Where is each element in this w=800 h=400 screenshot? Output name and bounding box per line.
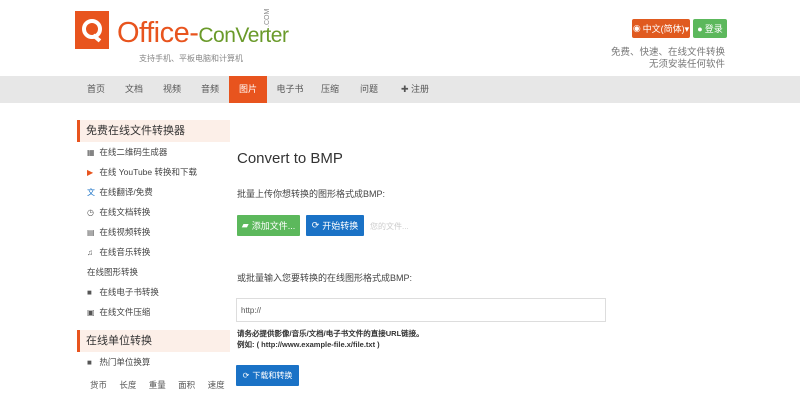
nav-compress[interactable]: 压缩 (312, 76, 348, 103)
sidebar-item-ebooks[interactable]: ■ 在线电子书转换 (87, 285, 159, 299)
qrcode-icon: ▦ (87, 148, 95, 157)
sidebar-item-compress[interactable]: ▣ 在线文件压缩 (87, 305, 150, 319)
bookmark-icon: ■ (87, 358, 92, 367)
start-convert-button[interactable]: ⟳ 开始转换 (306, 215, 364, 236)
refresh-icon: ⟳ (242, 371, 250, 380)
youtube-icon: ▶ (87, 168, 94, 177)
sidebar-item-video[interactable]: ▤ 在线视频转换 (87, 225, 150, 239)
nav-images[interactable]: 图片 (229, 76, 267, 103)
archive-icon: ▣ (87, 308, 95, 317)
sidebar-item-youtube[interactable]: ▶ 在线 YouTube 转换和下载 (87, 165, 197, 179)
sidebar-item-qrcode[interactable]: ▦ 在线二维码生成器 (87, 145, 167, 159)
tagline-line2: 无须安装任何软件 (648, 59, 725, 70)
nav-audio[interactable]: 音频 (192, 76, 228, 103)
nav-home[interactable]: 首页 (78, 76, 114, 103)
sidebar-section-units: 在线单位转换 (77, 330, 230, 352)
refresh-icon: ⟳ (311, 220, 320, 230)
page-title: Convert to BMP (237, 150, 343, 167)
upload-description: 批量上传你想转换的图形格式成BMP: (237, 189, 386, 199)
sidebar-item-popular-units[interactable]: ■ 热门单位换算 (87, 355, 150, 369)
unit-speed[interactable]: 速度 (208, 380, 225, 390)
language-button[interactable]: ◉ 中文(简体)▾ (632, 19, 690, 38)
sidebar-item-music[interactable]: ♫ 在线音乐转换 (87, 245, 150, 259)
unit-currency[interactable]: 货币 (90, 380, 107, 390)
url-hint: 请务必提供影像/音乐/文档/电子书文件的直接URL链接。 (237, 329, 424, 338)
film-icon: ▤ (87, 228, 95, 237)
login-button[interactable]: ● 登录 (693, 19, 727, 38)
file-status: 您的文件... (370, 222, 409, 231)
sidebar-section-converters: 免费在线文件转换器 (77, 120, 230, 142)
unit-weight[interactable]: 重量 (149, 380, 166, 390)
translate-icon: 文 (87, 188, 95, 197)
nav-faq[interactable]: 问题 (350, 76, 388, 103)
add-files-button[interactable]: ▰ 添加文件... (237, 215, 300, 236)
user-plus-icon: ✚ (400, 84, 409, 94)
download-convert-button[interactable]: ⟳ 下载和转换 (236, 365, 299, 386)
sidebar-item-documents[interactable]: ◷ 在线文档转换 (87, 205, 150, 219)
url-input[interactable] (236, 298, 606, 322)
logo-icon[interactable] (75, 11, 109, 49)
folder-icon: ▰ (241, 220, 249, 230)
logo-subtitle: 支持手机、平板电脑和计算机 (139, 54, 243, 63)
main-nav: 首页 文档 视频 音频 图片 电子书 压缩 问题 ✚ 注册 (0, 76, 800, 103)
nav-register[interactable]: ✚ 注册 (392, 76, 438, 103)
logo-text[interactable]: Office-ConVerter (117, 17, 289, 50)
sidebar-item-translate[interactable]: 文 在线翻译/免费 (87, 185, 153, 199)
document-icon: ◷ (87, 208, 94, 217)
nav-ebooks[interactable]: 电子书 (270, 76, 310, 103)
unit-categories: 货币 长度 重量 面积 速度 (90, 379, 235, 391)
unit-area[interactable]: 面积 (178, 380, 195, 390)
music-icon: ♫ (87, 248, 93, 257)
url-example: 例如: ( http://www.example-file.x/file.txt… (237, 340, 380, 349)
url-description: 或批量输入您要转换的在线图形格式成BMP: (237, 273, 413, 283)
logo-com: .COM (264, 8, 271, 27)
unit-length[interactable]: 长度 (119, 380, 136, 390)
book-icon: ■ (87, 288, 92, 297)
nav-video[interactable]: 视频 (154, 76, 190, 103)
nav-documents[interactable]: 文档 (116, 76, 152, 103)
user-icon: ● (697, 23, 703, 34)
globe-icon: ◉ (632, 23, 641, 33)
sidebar-item-images[interactable]: 在线图形转换 (87, 265, 138, 279)
